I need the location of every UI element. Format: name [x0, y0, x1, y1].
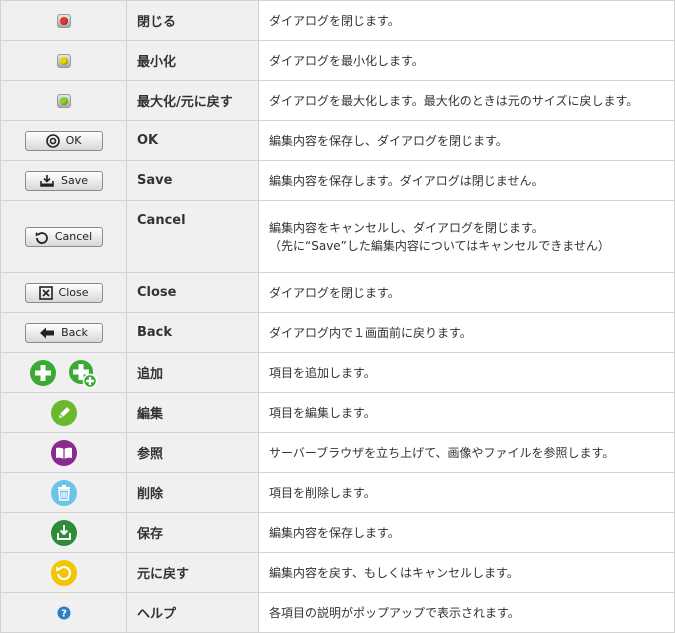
icon-cell: Save [0, 160, 127, 201]
add-icon[interactable] [29, 359, 57, 387]
maximize-dot-icon[interactable] [56, 93, 71, 108]
icon-cell: OK [0, 120, 127, 161]
description-cell: 項目を編集します。 [258, 392, 675, 433]
label-cell: 保存 [126, 512, 259, 553]
close-button[interactable]: Close [24, 282, 103, 303]
close-box-icon [38, 285, 53, 300]
label-cell: 参照 [126, 432, 259, 473]
icon-cell [0, 80, 127, 121]
table-row: 参照 サーバーブラウザを立ち上げて、画像やファイルを参照します。 [0, 432, 675, 473]
undo-icon [35, 231, 48, 244]
undo-circle-icon[interactable] [50, 559, 78, 587]
trash-icon[interactable] [50, 479, 78, 507]
label-cell: 最小化 [126, 40, 259, 81]
table-row: Back Back ダイアログ内で１画面前に戻ります。 [0, 312, 675, 353]
book-icon[interactable] [50, 439, 78, 467]
description-note: （先に“Save”した編集内容についてはキャンセルできません） [269, 238, 610, 253]
description-cell: ダイアログ内で１画面前に戻ります。 [258, 312, 675, 353]
back-arrow-icon [40, 327, 55, 338]
label-cell: ヘルプ [126, 592, 259, 633]
icon-cell [0, 352, 127, 393]
icon-cell: Cancel [0, 200, 127, 273]
table-row: OK OK 編集内容を保存し、ダイアログを閉じます。 [0, 120, 675, 161]
table-row: Close Close ダイアログを閉じます。 [0, 272, 675, 313]
label-cell: OK [126, 120, 259, 161]
ok-button-label: OK [65, 134, 82, 147]
table-row: Cancel Cancel 編集内容をキャンセルし、ダイアログを閉じます。 （先… [0, 200, 675, 273]
label-cell: 追加 [126, 352, 259, 393]
table-row: Save Save 編集内容を保存します。ダイアログは閉じません。 [0, 160, 675, 201]
icon-cell [0, 512, 127, 553]
icon-cell: Close [0, 272, 127, 313]
save-icon [40, 174, 54, 187]
save-button[interactable]: Save [24, 170, 103, 191]
description-cell: 編集内容を戻す、もしくはキャンセルします。 [258, 552, 675, 593]
table-row: 閉じる ダイアログを閉じます。 [0, 0, 675, 41]
cancel-button-label: Cancel [54, 230, 93, 243]
pencil-icon[interactable] [50, 399, 78, 427]
ok-button[interactable]: OK [24, 130, 103, 151]
description-line: 編集内容をキャンセルし、ダイアログを閉じます。 [269, 220, 544, 235]
icon-cell [0, 392, 127, 433]
back-button-label: Back [61, 326, 88, 339]
table-row: 保存 編集内容を保存します。 [0, 512, 675, 553]
description-cell: 項目を追加します。 [258, 352, 675, 393]
label-cell: 最大化/元に戻す [126, 80, 259, 121]
description-cell: 編集内容を保存します。 [258, 512, 675, 553]
icon-cell [0, 552, 127, 593]
description-cell: 各項目の説明がポップアップで表示されます。 [258, 592, 675, 633]
description-cell: 編集内容をキャンセルし、ダイアログを閉じます。 （先に“Save”した編集内容に… [258, 200, 675, 273]
table-row: 追加 項目を追加します。 [0, 352, 675, 393]
label-cell: Save [126, 160, 259, 201]
label-cell: Close [126, 272, 259, 313]
label-cell: Back [126, 312, 259, 353]
table-row: ? ヘルプ 各項目の説明がポップアップで表示されます。 [0, 592, 675, 633]
label-cell: 閉じる [126, 0, 259, 41]
svg-text:?: ? [61, 608, 67, 619]
add-item-icon[interactable] [68, 358, 98, 388]
icon-cell: ? [0, 592, 127, 633]
cancel-button[interactable]: Cancel [24, 226, 103, 247]
icon-cell [0, 472, 127, 513]
description-cell: 編集内容を保存します。ダイアログは閉じません。 [258, 160, 675, 201]
icon-cell [0, 0, 127, 41]
close-button-label: Close [58, 286, 89, 299]
label-cell: Cancel [126, 200, 259, 273]
description-cell: ダイアログを最小化します。 [258, 40, 675, 81]
description-cell: 編集内容を保存し、ダイアログを閉じます。 [258, 120, 675, 161]
description-cell: ダイアログを閉じます。 [258, 272, 675, 313]
table-row: 編集 項目を編集します。 [0, 392, 675, 433]
minimize-dot-icon[interactable] [56, 53, 71, 68]
table-row: 元に戻す 編集内容を戻す、もしくはキャンセルします。 [0, 552, 675, 593]
back-button[interactable]: Back [24, 322, 103, 343]
table-row: 削除 項目を削除します。 [0, 472, 675, 513]
description-cell: ダイアログを最大化します。最大化のときは元のサイズに戻します。 [258, 80, 675, 121]
label-cell: 元に戻す [126, 552, 259, 593]
icon-cell [0, 40, 127, 81]
description-cell: 項目を削除します。 [258, 472, 675, 513]
description-cell: サーバーブラウザを立ち上げて、画像やファイルを参照します。 [258, 432, 675, 473]
table-row: 最小化 ダイアログを最小化します。 [0, 40, 675, 81]
icon-reference-table: 閉じる ダイアログを閉じます。 最小化 ダイアログを最小化します。 最大化/元に… [0, 0, 675, 633]
icon-cell: Back [0, 312, 127, 353]
save-button-label: Save [60, 174, 88, 187]
description-cell: ダイアログを閉じます。 [258, 0, 675, 41]
label-cell: 削除 [126, 472, 259, 513]
close-dot-icon[interactable] [56, 13, 71, 28]
ok-icon [45, 133, 60, 148]
icon-cell [0, 432, 127, 473]
table-row: 最大化/元に戻す ダイアログを最大化します。最大化のときは元のサイズに戻します。 [0, 80, 675, 121]
save-circle-icon[interactable] [50, 519, 78, 547]
label-cell: 編集 [126, 392, 259, 433]
help-icon[interactable]: ? [57, 606, 71, 620]
